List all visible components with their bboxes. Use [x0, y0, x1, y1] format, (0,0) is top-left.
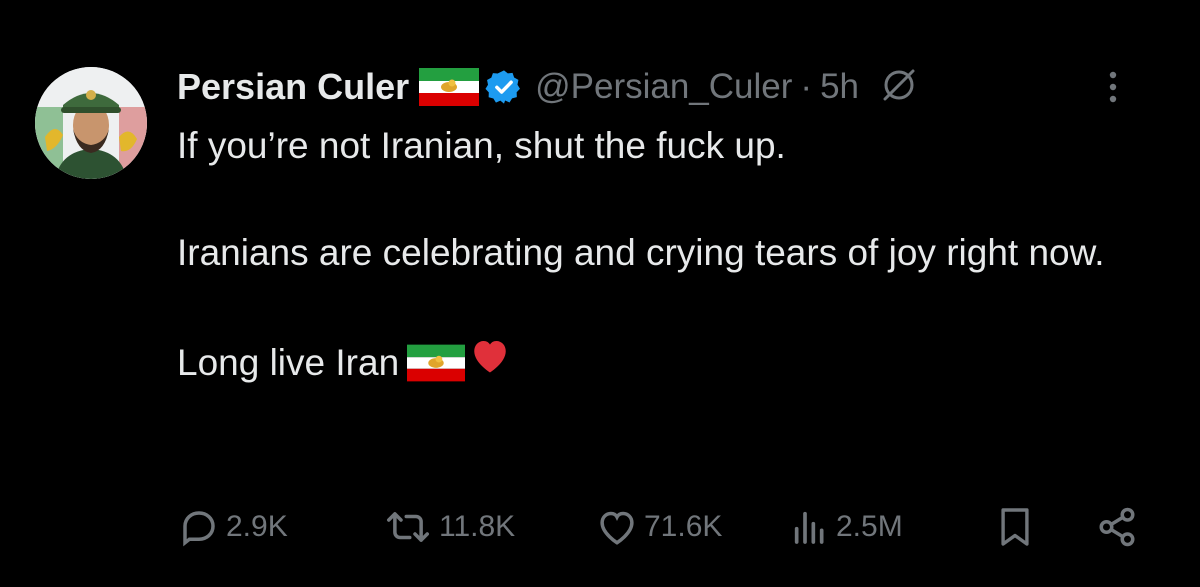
reply-button[interactable]: 2.9K — [178, 503, 288, 551]
tweet-paragraph: Long live Iran — [177, 342, 400, 383]
share-button[interactable] — [1096, 503, 1138, 551]
reply-icon — [183, 511, 215, 547]
iran-flag-icon — [407, 344, 466, 382]
views-icon — [794, 511, 824, 544]
share-icon — [1099, 507, 1135, 547]
more-options-icon[interactable] — [1106, 63, 1120, 111]
tweet-paragraph-last: Long live Iran — [177, 335, 1167, 390]
avatar[interactable] — [35, 67, 147, 179]
repost-count: 11.8K — [439, 510, 516, 543]
views-count: 2.5M — [836, 510, 903, 543]
bookmark-icon — [1001, 508, 1029, 546]
tweet-actions: 2.9K 11.8K 71.6K 2.5M — [178, 503, 1138, 551]
views-button[interactable]: 2.5M — [790, 503, 903, 551]
verified-badge-icon[interactable] — [485, 68, 523, 106]
tweet-paragraph: If you’re not Iranian, shut the fuck up. — [177, 125, 786, 166]
grok-icon[interactable] — [879, 65, 919, 110]
repost-icon — [387, 512, 429, 542]
heart-icon — [600, 511, 634, 545]
separator-dot: · — [800, 67, 813, 106]
author-name[interactable]: Persian Culer — [177, 66, 409, 108]
author-handle[interactable]: @Persian_Culer — [535, 67, 792, 107]
tweet-header: Persian Culer @Persian_Culer · 5h — [177, 63, 1160, 111]
like-button[interactable]: 71.6K — [596, 503, 722, 551]
timestamp[interactable]: 5h — [820, 67, 859, 107]
like-count: 71.6K — [644, 510, 723, 543]
repost-button[interactable]: 11.8K — [383, 503, 515, 551]
tweet-text: If you’re not Iranian, shut the fuck up.… — [177, 118, 1167, 390]
avatar-image — [35, 67, 147, 179]
reply-count: 2.9K — [226, 510, 288, 543]
red-heart-icon — [469, 335, 511, 390]
bookmark-button[interactable] — [998, 503, 1032, 551]
iran-flag-icon — [419, 68, 480, 106]
tweet-paragraph: Iranians are celebrating and crying tear… — [177, 232, 1105, 273]
